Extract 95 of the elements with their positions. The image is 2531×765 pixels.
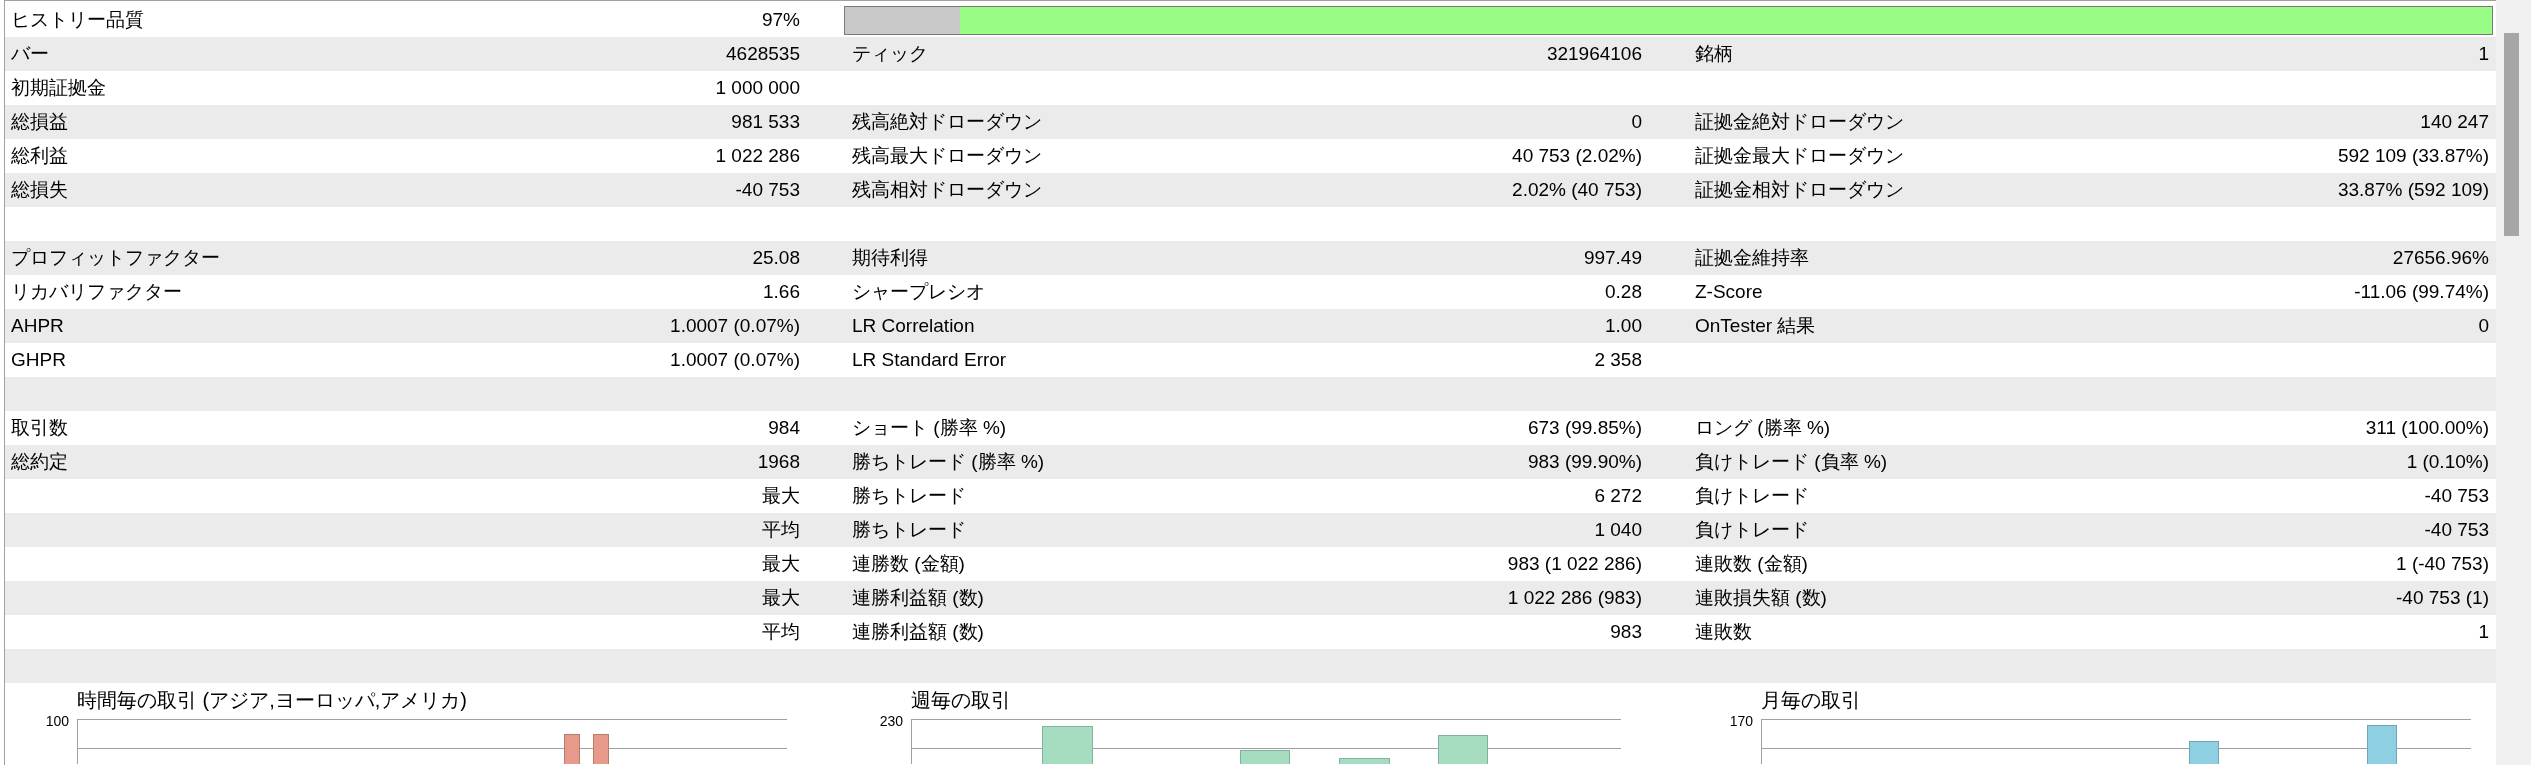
stat-label: OnTester 結果 <box>1695 314 1816 338</box>
stat-label: 取引数 <box>11 416 68 440</box>
stat-label: GHPR <box>11 349 66 371</box>
stat-label: 残高最大ドローダウン <box>852 144 1042 168</box>
stat-value: 97% <box>761 9 800 31</box>
stat-value: 673 (99.85%) <box>1527 417 1642 439</box>
stat-value: 1 (0.10%) <box>2406 451 2489 473</box>
stat-value: 33.87% (592 109) <box>2337 179 2489 201</box>
stat-label: 連勝利益額 (数) <box>852 586 984 610</box>
stat-label: 連勝利益額 (数) <box>852 620 984 644</box>
stat-value: 27656.96% <box>2392 247 2489 269</box>
stat-value: 983 <box>1610 621 1642 643</box>
stat-value: 最大 <box>762 586 800 610</box>
stat-value: 1 <box>2478 43 2489 65</box>
stat-label: リカバリファクター <box>11 280 182 304</box>
stat-label: 総損益 <box>11 110 68 134</box>
stat-value: 0.28 <box>1605 281 1642 303</box>
stat-label: 総約定 <box>11 450 68 474</box>
stat-label: 銘柄 <box>1695 42 1733 66</box>
stat-value: 1.0007 (0.07%) <box>670 349 800 371</box>
stat-label: 勝ちトレード <box>852 518 966 542</box>
stat-label: 連敗数 (金額) <box>1695 552 1808 576</box>
stat-value: 983 (99.90%) <box>1527 451 1642 473</box>
stat-label: 勝ちトレード (勝率 %) <box>852 450 1045 474</box>
stat-label: 証拠金絶対ドローダウン <box>1695 110 1904 134</box>
scrollbar-thumb[interactable] <box>2504 33 2519 236</box>
stat-label: 残高絶対ドローダウン <box>852 110 1042 134</box>
stat-value: -40 753 (1) <box>2396 587 2489 609</box>
stat-value: 984 <box>768 417 800 439</box>
stat-value: -40 753 <box>2424 519 2489 541</box>
stat-label: バー <box>11 42 49 66</box>
stat-label: 証拠金最大ドローダウン <box>1695 144 1904 168</box>
stat-label: シャープレシオ <box>852 280 985 304</box>
stat-value: 1.66 <box>763 281 800 303</box>
stat-label: 残高相対ドローダウン <box>852 178 1042 202</box>
stat-value: 1 022 286 (983) <box>1507 587 1642 609</box>
scrollbar[interactable] <box>2496 0 2531 765</box>
stat-label: 負けトレード <box>1695 484 1809 508</box>
stat-value: 1.00 <box>1605 315 1642 337</box>
stat-value: -40 753 <box>735 179 800 201</box>
stat-value: 981 533 <box>731 111 800 133</box>
stat-value: 592 109 (33.87%) <box>2337 145 2489 167</box>
stat-label: AHPR <box>11 315 64 337</box>
stat-value: 4628535 <box>726 43 800 65</box>
stat-value: 1 000 000 <box>715 77 800 99</box>
stat-label: ロング (勝率 %) <box>1695 416 1831 440</box>
stat-label: ヒストリー品質 <box>11 8 144 32</box>
chart-title: 月毎の取引 <box>1761 688 1861 713</box>
stat-value: 2 358 <box>1594 349 1642 371</box>
stat-value: 1 (-40 753) <box>2396 553 2489 575</box>
stat-label: 負けトレード <box>1695 518 1809 542</box>
stat-value: 1.0007 (0.07%) <box>670 315 800 337</box>
stat-label: LR Standard Error <box>852 349 1007 371</box>
stat-value: 平均 <box>762 518 800 542</box>
stat-value: 983 (1 022 286) <box>1507 553 1642 575</box>
stat-label: 連敗数 <box>1695 620 1752 644</box>
stat-value: 6 272 <box>1594 485 1642 507</box>
stat-value: -40 753 <box>2424 485 2489 507</box>
stat-label: ショート (勝率 %) <box>852 416 1007 440</box>
stat-label: LR Correlation <box>852 315 975 337</box>
stat-value: 1968 <box>757 451 800 473</box>
stat-value: 140 247 <box>2420 111 2489 133</box>
stat-label: 勝ちトレード <box>852 484 966 508</box>
stat-value: 1 040 <box>1594 519 1642 541</box>
stat-value: 2.02% (40 753) <box>1512 179 1642 201</box>
stat-label: 初期証拠金 <box>11 76 106 100</box>
stat-value: 最大 <box>762 484 800 508</box>
stat-value: 1 <box>2478 621 2489 643</box>
stat-value: 1 022 286 <box>715 145 800 167</box>
stat-value: 0 <box>1631 111 1642 133</box>
stat-value: 997.49 <box>1583 247 1642 269</box>
axis-label: 170 <box>1729 713 1753 729</box>
stat-value: 平均 <box>762 620 800 644</box>
stat-label: 連敗損失額 (数) <box>1695 586 1827 610</box>
stat-value: 25.08 <box>752 247 800 269</box>
stat-label: 連勝数 (金額) <box>852 552 965 576</box>
axis-label: 100 <box>45 713 69 729</box>
stat-value: -11.06 (99.74%) <box>2354 281 2489 303</box>
axis-label: 230 <box>879 713 903 729</box>
stat-label: ティック <box>852 42 928 66</box>
stat-value: 311 (100.00%) <box>2365 417 2489 439</box>
stat-label: Z-Score <box>1695 281 1763 303</box>
stat-label: 証拠金維持率 <box>1695 246 1809 270</box>
stat-label: 期待利得 <box>852 246 928 270</box>
chart-title: 週毎の取引 <box>911 688 1011 713</box>
stat-value: 40 753 (2.02%) <box>1512 145 1642 167</box>
stat-label: 総利益 <box>11 144 68 168</box>
stat-label: 負けトレード (負率 %) <box>1695 450 1888 474</box>
stat-value: 321964106 <box>1546 43 1642 65</box>
chart-title: 時間毎の取引 (アジア,ヨーロッパ,アメリカ) <box>77 688 467 713</box>
stat-value: 最大 <box>762 552 800 576</box>
stat-value: 0 <box>2478 315 2489 337</box>
stat-label: 証拠金相対ドローダウン <box>1695 178 1904 202</box>
stat-label: 総損失 <box>11 178 68 202</box>
stat-label: プロフィットファクター <box>11 246 220 270</box>
